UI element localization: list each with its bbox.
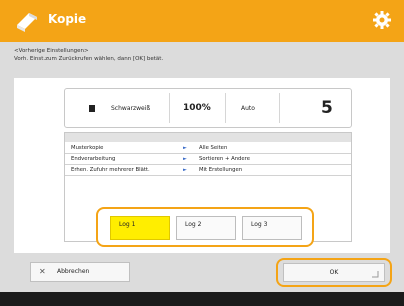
memory-buttons-group: Log 1 Log 2 Log 3: [96, 207, 314, 247]
zoom-value: 100%: [183, 103, 211, 113]
corner-fold-icon: [372, 271, 379, 278]
list-item: Erhen. Zufuhr mehrerer Blätt. ► Mit Erst…: [65, 165, 351, 176]
setting-name: Musterkopie: [71, 145, 104, 151]
ok-label: OK: [329, 269, 339, 276]
color-mode-label: Schwarzweiß: [111, 104, 151, 112]
list-item: Musterkopie ► Alle Seiten: [65, 143, 351, 154]
memory-button-3[interactable]: Log 3: [242, 216, 302, 240]
setting-value: Alle Seiten: [199, 145, 228, 151]
copy-count-value: 5: [321, 98, 333, 118]
cancel-button[interactable]: ✕ Abbrechen: [30, 262, 130, 282]
instruction-line-2: Vorh. Einst.zum Zurückrufen wählen, dann…: [14, 56, 164, 62]
arrow-icon: ►: [183, 167, 187, 173]
setting-name: Erhen. Zufuhr mehrerer Blätt.: [71, 167, 150, 173]
black-square-icon: [89, 104, 95, 112]
copy-app-icon: [17, 13, 37, 32]
ok-button[interactable]: OK: [283, 263, 385, 282]
cancel-label: Abbrechen: [57, 268, 90, 275]
app-title: Kopie: [48, 12, 87, 26]
instruction-text: <Vorherige Einstellungen> Vorh. Einst.zu…: [14, 47, 163, 63]
zoom-ratio: 100%: [183, 89, 211, 127]
title-bar: Kopie: [0, 0, 404, 42]
gear-icon[interactable]: [372, 10, 392, 30]
copy-count: 5: [321, 89, 333, 127]
arrow-icon: ►: [183, 156, 187, 162]
setting-value: Sortieren + Andere: [199, 156, 250, 162]
bottom-status-strip: [0, 292, 404, 306]
setting-value: Mit Erstellungen: [199, 167, 243, 173]
memory-button-1[interactable]: Log 1: [110, 216, 170, 240]
settings-list-header: [65, 133, 351, 142]
copy-status-bar: Schwarzweiß 100% Auto 5: [64, 88, 352, 128]
paper-select: Auto: [241, 89, 255, 127]
color-mode: Schwarzweiß: [89, 89, 150, 127]
arrow-icon: ►: [183, 145, 187, 151]
ok-button-highlight: OK: [276, 258, 392, 287]
close-icon: ✕: [39, 267, 46, 276]
list-item: Endverarbeitung ► Sortieren + Andere: [65, 154, 351, 165]
setting-name: Endverarbeitung: [71, 156, 116, 162]
paper-value: Auto: [241, 104, 255, 112]
previous-settings-panel: Schwarzweiß 100% Auto 5 Musterkopie ► Al…: [14, 78, 390, 253]
memory-button-2[interactable]: Log 2: [176, 216, 236, 240]
instruction-line-1: <Vorherige Einstellungen>: [14, 48, 89, 54]
